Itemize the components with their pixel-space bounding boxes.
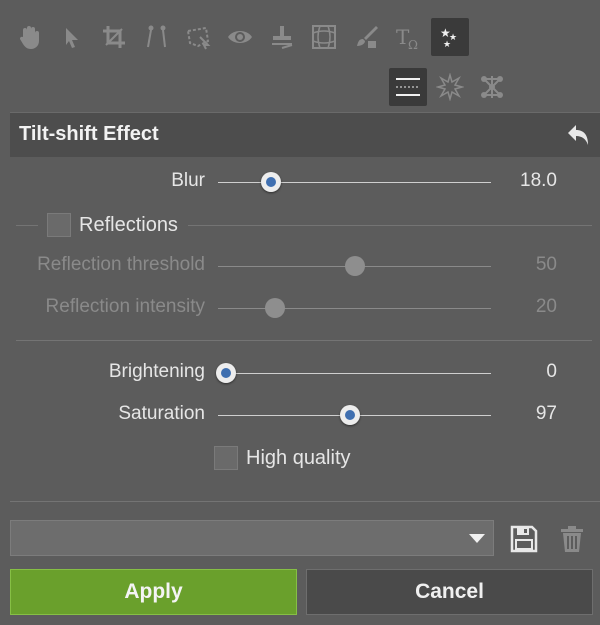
reflections-checkbox[interactable] (47, 213, 71, 237)
divider (188, 225, 592, 226)
stamp-icon[interactable] (263, 18, 301, 56)
stars-effects-icon[interactable]: ★ ★ ★ (431, 18, 469, 56)
undo-icon[interactable] (562, 119, 594, 151)
reflections-label: Reflections (79, 214, 178, 236)
grid-warp-icon[interactable] (305, 18, 343, 56)
reflection-intensity-track[interactable] (218, 308, 491, 309)
straighten-icon[interactable] (137, 18, 175, 56)
saturation-thumb[interactable] (340, 405, 361, 425)
text-omega-icon[interactable]: TΩ (389, 18, 427, 56)
trash-icon[interactable] (556, 523, 588, 555)
panel-title: Tilt-shift Effect (19, 123, 159, 145)
brightening-row: Brightening 0 (0, 359, 600, 389)
reflection-threshold-thumb[interactable] (344, 256, 365, 276)
blur-value: 18.0 (520, 170, 557, 191)
svg-text:Ω: Ω (408, 38, 418, 51)
saturation-label: Saturation (118, 403, 205, 424)
divider (16, 340, 592, 341)
brightening-label: Brightening (108, 361, 205, 382)
brightening-track[interactable] (218, 373, 491, 374)
apply-button[interactable]: Apply (10, 569, 297, 615)
reflection-intensity-value: 20 (535, 296, 557, 317)
reflection-intensity-row: Reflection intensity 20 (0, 294, 600, 324)
divider (16, 225, 38, 226)
reflection-intensity-label: Reflection intensity (45, 296, 205, 317)
reflection-threshold-row: Reflection threshold 50 (0, 252, 600, 282)
blur-slider-thumb[interactable] (261, 172, 282, 192)
brightening-thumb[interactable] (216, 363, 237, 383)
preset-dropdown[interactable] (10, 520, 494, 556)
network-nodes-icon[interactable] (473, 68, 511, 106)
starburst-icon[interactable] (431, 68, 469, 106)
crop-icon[interactable] (95, 18, 133, 56)
transform-icon[interactable] (179, 18, 217, 56)
hand-icon[interactable] (10, 18, 48, 56)
eye-icon[interactable] (221, 18, 259, 56)
brush-icon[interactable] (347, 18, 385, 56)
blur-label: Blur (171, 170, 205, 191)
chevron-down-icon (469, 534, 485, 543)
save-preset-icon[interactable] (508, 523, 540, 555)
divider (10, 501, 600, 502)
arrow-pointer-icon[interactable] (52, 18, 90, 56)
panel-header: Tilt-shift Effect (10, 112, 600, 157)
blur-slider-track[interactable] (218, 182, 491, 183)
tilt-shift-lines-icon[interactable] (389, 68, 427, 106)
reflection-intensity-thumb[interactable] (265, 298, 286, 318)
brightening-value: 0 (546, 361, 557, 382)
reflection-threshold-label: Reflection threshold (37, 254, 205, 275)
svg-text:★: ★ (443, 39, 451, 49)
saturation-value: 97 (535, 403, 557, 424)
high-quality-label: High quality (246, 447, 351, 469)
blur-slider-row: Blur 18.0 (0, 168, 600, 198)
reflection-threshold-value: 50 (535, 254, 557, 275)
tilt-shift-panel: TΩ ★ ★ ★ Tilt-shift Effect Blur 18.0 Refle… (0, 0, 600, 625)
high-quality-checkbox[interactable] (214, 446, 238, 470)
cancel-button[interactable]: Cancel (306, 569, 593, 615)
saturation-row: Saturation 97 (0, 401, 600, 431)
